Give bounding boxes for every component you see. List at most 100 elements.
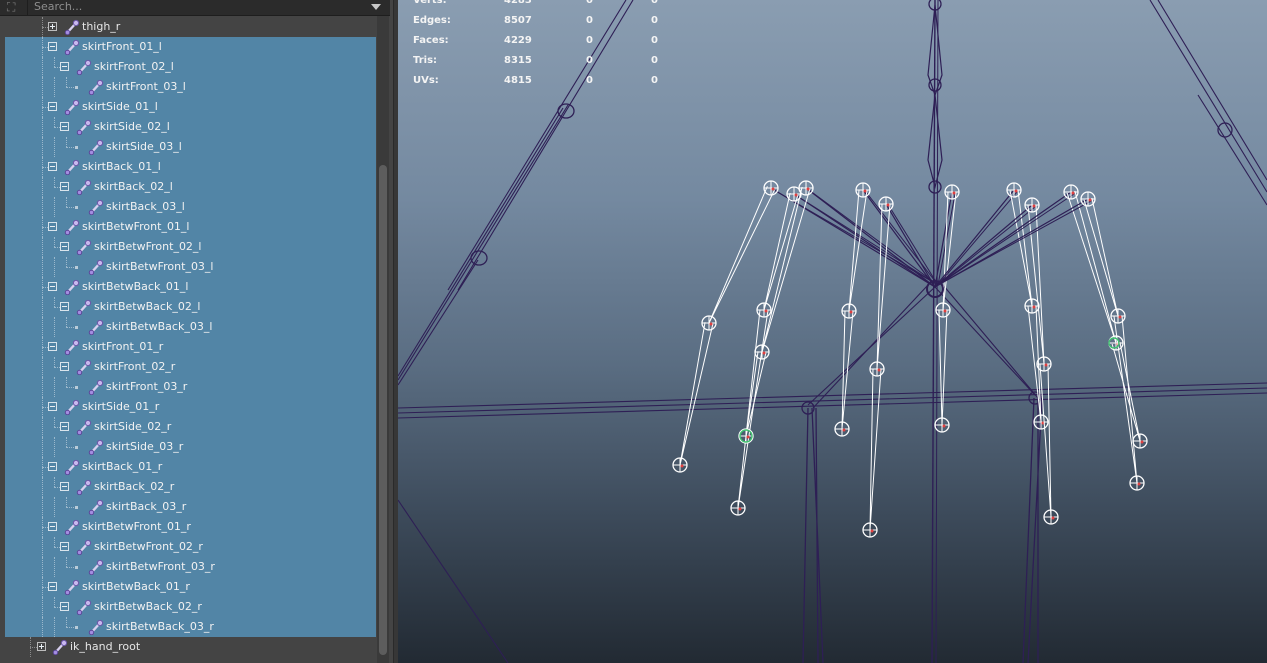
collapse-icon[interactable] [48,342,57,351]
tree-guide [66,567,74,568]
collapse-icon[interactable] [48,402,57,411]
expand-icon[interactable] [37,642,46,651]
outliner-row[interactable]: skirtBetwBack_03_l [0,317,378,337]
collapse-icon[interactable] [60,302,69,311]
skirt-joint-pivot [794,193,798,197]
outliner-row[interactable]: thigh_r [0,17,378,37]
bone-line [398,259,479,386]
collapse-icon[interactable] [60,422,69,431]
collapse-icon[interactable] [48,582,57,591]
outliner-row[interactable]: skirtBetwFront_02_r [0,537,378,557]
collapse-icon[interactable] [48,462,57,471]
viewport-3d[interactable]: Verts: 4283 0 0 Edges: 8507 0 0 Faces: 4229 0 0 Tris… [398,0,1267,663]
outliner-row[interactable]: skirtBack_01_l [0,157,378,177]
outliner-row[interactable]: skirtBetwBack_02_r [0,597,378,617]
bone-line [805,187,936,288]
tree-guide [42,597,43,617]
outliner-item-label: skirtBack_03_l [106,200,185,213]
scrollbar-thumb[interactable] [379,165,387,655]
expand-icon[interactable] [48,22,57,31]
outliner-row[interactable]: ik_hand_root [0,637,378,657]
tree-guide [66,447,74,448]
outliner-row[interactable]: skirtBack_01_r [0,457,378,477]
bone-line [937,193,1075,286]
collapse-icon[interactable] [48,282,57,291]
tree-guide [66,387,74,388]
skeleton-scene[interactable] [398,0,1267,663]
outliner-row[interactable]: skirtBetwBack_02_l [0,297,378,317]
outliner-row[interactable]: skirtBetwFront_01_l [0,217,378,237]
bone-line [934,204,1033,288]
collapse-icon[interactable] [60,242,69,251]
collapse-icon[interactable] [48,162,57,171]
bone-line [935,0,939,663]
collapse-icon[interactable] [48,102,57,111]
outliner-row[interactable]: skirtBack_02_l [0,177,378,197]
tree-guide [54,257,55,277]
outliner-row[interactable]: skirtBack_03_r [0,497,378,517]
collapse-icon[interactable] [60,62,69,71]
outliner-row[interactable]: skirtBetwBack_01_r [0,577,378,597]
leaf-marker [75,266,78,269]
collapse-icon[interactable] [60,362,69,371]
tree-guide [66,147,74,148]
tree-guide [42,257,43,277]
outliner-row[interactable]: skirtFront_03_l [0,77,378,97]
bone-line [1022,397,1043,663]
skirt-bone [1113,315,1138,484]
tree-guide [42,617,43,637]
tree-guide [66,207,74,208]
outliner-row[interactable]: skirtSide_02_l [0,117,378,137]
joint-icon [64,19,80,36]
outliner-row[interactable]: skirtSide_01_l [0,97,378,117]
skirt-bone [763,192,799,311]
outliner-item-label: skirtBack_02_r [94,480,175,493]
skirt-joint-pivot [680,464,684,468]
collapse-icon[interactable] [60,542,69,551]
search-input[interactable] [34,0,354,14]
outliner-row[interactable]: skirtFront_02_r [0,357,378,377]
tree-guide [54,437,55,457]
outliner-row[interactable]: skirtSide_03_r [0,437,378,457]
collapse-icon[interactable] [60,602,69,611]
outliner-row[interactable]: skirtFront_02_l [0,57,378,77]
skirt-joint-pivot [762,351,766,355]
outliner-row[interactable]: skirtBack_02_r [0,477,378,497]
joint-icon [76,299,92,316]
outliner-row[interactable]: skirtBetwFront_01_r [0,517,378,537]
collapse-icon[interactable] [48,42,57,51]
bone-line [398,104,569,381]
outliner-row[interactable]: skirtBetwBack_03_r [0,617,378,637]
collapse-icon[interactable] [60,122,69,131]
collapse-icon[interactable] [48,522,57,531]
tree-guide [42,437,43,457]
tree-guide [42,537,43,557]
outliner-item-label: skirtSide_03_l [106,140,182,153]
outliner-row[interactable]: skirtFront_03_r [0,377,378,397]
search-icon[interactable]: ⛶ [7,0,15,14]
outliner-row[interactable]: skirtBetwFront_03_r [0,557,378,577]
tree-guide [42,57,43,77]
outliner-row[interactable]: skirtSide_03_l [0,137,378,157]
outliner-row[interactable]: skirtBetwFront_02_l [0,237,378,257]
outliner-row[interactable]: skirtBetwFront_03_l [0,257,378,277]
skirt-joint-pivot [1051,516,1055,520]
leaf-marker [75,506,78,509]
collapse-icon[interactable] [48,222,57,231]
skirt-joint-pivot [877,368,881,372]
outliner-row[interactable]: skirtSide_01_r [0,397,378,417]
joint-icon [76,419,92,436]
outliner-row[interactable]: skirtBetwBack_01_l [0,277,378,297]
joint-icon [64,459,80,476]
bone-line [802,407,824,663]
collapse-icon[interactable] [60,482,69,491]
joint-icon [88,559,104,576]
collapse-icon[interactable] [60,182,69,191]
outliner-row[interactable]: skirtSide_02_r [0,417,378,437]
tree-guide [54,357,55,367]
outliner-row[interactable]: skirtBack_03_l [0,197,378,217]
outliner-row[interactable]: skirtFront_01_l [0,37,378,57]
chevron-down-icon[interactable] [371,4,381,10]
outliner-row[interactable]: skirtFront_01_r [0,337,378,357]
joint-icon [88,79,104,96]
